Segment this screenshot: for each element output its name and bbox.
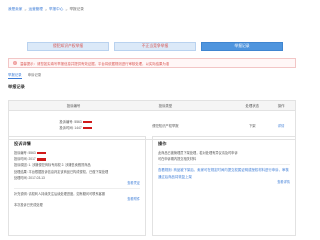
breadcrumb-separator: > — [24, 7, 27, 12]
table-row: 投诉编号: 5563 投诉时间: 1447 侵犯知识产权举报 下架 详情 — [9, 111, 295, 139]
redaction-mark — [36, 158, 46, 161]
detail-complaint-time: 投诉时间: 2017 — [14, 157, 36, 162]
complaint-no: 投诉编号: 5563 — [59, 120, 82, 124]
header-status: 处理状态 — [245, 104, 260, 108]
records-table: 投诉编号 投诉类型 处理状态 操作 投诉编号: 5563 投诉时间: 1447 … — [8, 100, 296, 140]
detail-footer: 本次投诉已完成处理 — [14, 203, 43, 208]
subtab-appeal-records[interactable]: 申诉记录 — [28, 72, 42, 79]
complaint-time-line: 投诉时间: 1447 — [13, 125, 138, 131]
notice-text: 温馨提示：请您如实填写举报信息并提供有效证据，平台将依据规则进行审核处理，以实际… — [20, 61, 170, 66]
header-type: 投诉类型 — [158, 104, 173, 108]
tab-ip-report[interactable]: 侵犯知识产权举报 — [27, 42, 109, 51]
breadcrumb-separator: > — [65, 7, 68, 12]
complaint-detail-panel: 投诉详情 投诉编号: 5563 投诉时间: 2017 投诉原因: 1. 涉嫌侵犯… — [8, 136, 146, 236]
subtab-report-records[interactable]: 举报记录 — [8, 72, 22, 79]
detail-link[interactable]: 详情 — [267, 123, 295, 128]
view-evidence-link[interactable]: 查看凭证 — [14, 181, 140, 186]
redaction-mark — [82, 120, 92, 124]
complaint-status: 下架 — [249, 123, 256, 128]
complaint-info-cell: 投诉编号: 5563 投诉时间: 1447 — [9, 119, 138, 131]
rules-note: 查看规则: 商品被下架后，卖家可在规定时间内提交权属证明或授权材料进行申诉，审核… — [158, 168, 289, 179]
divider — [14, 188, 140, 190]
complaint-type: 侵犯知识产权举报 — [152, 123, 179, 128]
breadcrumb-report-center[interactable]: 举报中心 — [49, 7, 63, 12]
operation-panel: 操作 此商品已被管理员下架处理，若对处理有异议请及时申诉 可在申诉期内提交相关材… — [152, 136, 296, 236]
complaint-time: 投诉时间: 1447 — [59, 126, 82, 130]
table-header: 投诉编号 投诉类型 处理状态 操作 — [9, 101, 295, 111]
redaction-mark — [82, 126, 92, 130]
notice-banner: i 温馨提示：请您如实填写举报信息并提供有效证据，平台将依据规则进行审核处理，以… — [8, 58, 296, 68]
record-subtabs: 举报记录 申诉记录 — [8, 72, 41, 79]
breadcrumb-home[interactable]: 我是卖家 — [8, 7, 22, 12]
panel-title: 投诉详情 — [14, 141, 31, 146]
report-tabs: 侵犯知识产权举报 不正当竞争举报 举报记录 — [27, 42, 283, 51]
header-complaint-no: 投诉编号 — [66, 104, 81, 108]
tab-competition-report[interactable]: 不正当竞争举报 — [114, 42, 196, 51]
tab-report-records[interactable]: 举报记录 — [201, 42, 283, 51]
view-detail-link[interactable]: 查看详情 — [158, 180, 290, 185]
breadcrumb-ops[interactable]: 运营管理 — [28, 7, 42, 12]
panel-title: 操作 — [158, 141, 167, 146]
redaction-mark — [36, 151, 46, 155]
divider — [158, 164, 290, 166]
breadcrumb: 我是卖家 > 运营管理 > 举报中心 > 举报记录 — [8, 7, 84, 12]
header-operation: 操作 — [277, 104, 285, 108]
detail-complaint-no: 投诉编号: 5563 — [14, 151, 36, 155]
breadcrumb-current: 举报记录 — [69, 7, 84, 11]
ops-line: 可在申诉期内提交相关材料 — [158, 157, 197, 162]
info-icon: i — [13, 61, 17, 65]
detail-link-label[interactable]: 详情 — [278, 124, 285, 128]
section-title: 举报记录 — [8, 84, 25, 89]
breadcrumb-separator: > — [44, 7, 47, 12]
